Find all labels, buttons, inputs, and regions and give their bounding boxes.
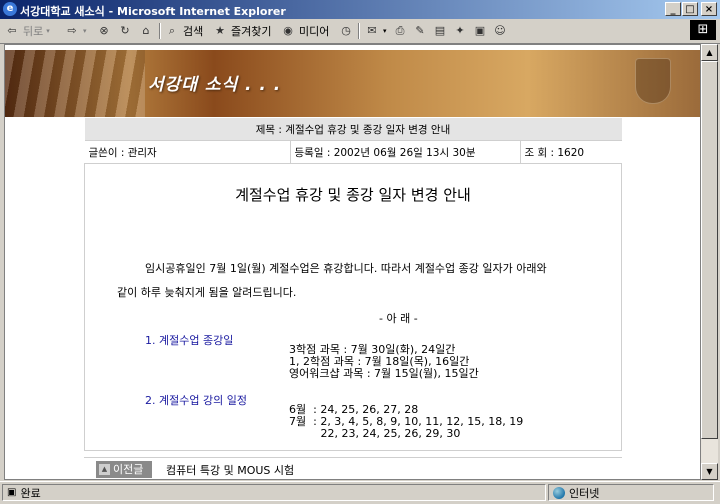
article-views: 조 회 : 1620 (520, 140, 622, 164)
section-heading: 2. 계절수업 강의 일정 (145, 394, 247, 407)
article-paragraph: 임시공휴일인 7월 1일(월) 계절수업은 휴강합니다. 따라서 계절수업 종강… (145, 262, 547, 275)
article-title: 계절수업 휴강 및 종강 일자 변경 안내 (235, 186, 471, 204)
forward-arrow-icon: ⇨ (67, 24, 77, 37)
print-button[interactable]: ⎙ (392, 22, 408, 40)
messenger-icon: ▣ (474, 24, 486, 37)
search-icon: ⌕ (168, 24, 176, 37)
up-arrow-icon: ▲ (99, 464, 110, 475)
page-done-icon: ▣ (7, 487, 17, 498)
print-icon: ⎙ (395, 24, 405, 37)
windows-logo: ⊞ (690, 20, 716, 40)
media-label: 미디어 (299, 25, 330, 38)
site-banner: 서강대 소식 . . . (5, 50, 700, 117)
globe-icon (553, 486, 565, 499)
article-subject: 제목 : 계절수업 휴강 및 종강 일자 변경 안내 (84, 118, 622, 141)
article-author: 글쓴이 : 관리자 (84, 140, 291, 164)
list-item: 영어워크샵 과목 : 7월 15일(월), 15일간 (289, 367, 479, 380)
search-button[interactable]: ⌕ 검색 (164, 22, 203, 40)
university-crest-icon (635, 58, 671, 104)
title-bar: e 서강대학교 새소식 - Microsoft Internet Explore… (0, 0, 720, 19)
minimize-button[interactable]: _ (665, 2, 681, 16)
stop-button[interactable]: ⊗ (96, 22, 112, 40)
article-paragraph: 같이 하루 늦춰지게 됨을 알려드립니다. (117, 286, 297, 299)
vertical-scrollbar[interactable]: ▲ ▼ (701, 44, 718, 480)
home-icon: ⌂ (142, 24, 150, 37)
back-label: 뒤로 (23, 25, 44, 38)
history-button[interactable]: ◷ (338, 22, 354, 40)
prev-post-label: 이전글 (113, 463, 144, 476)
toolbar-separator (358, 23, 360, 39)
banner-brand: 서강대 소식 . . . (148, 75, 282, 95)
favorites-button[interactable]: ★ 즐겨찾기 (212, 22, 271, 40)
notice-heading: - 아 래 - (379, 312, 418, 325)
home-button[interactable]: ⌂ (138, 22, 154, 40)
article-body: 계절수업 휴강 및 종강 일자 변경 안내 임시공휴일인 7월 1일(월) 계절… (84, 163, 622, 451)
mail-button[interactable]: ✉ ▾ (364, 22, 387, 40)
discuss-icon: ▤ (434, 24, 446, 37)
mail-icon: ✉ (367, 24, 377, 37)
toolbar: ⇦ 뒤로 ▾ ⇨ ▾ ⊗ ↻ ⌂ ⌕ 검색 ★ 즐겨찾기 ◉ 미디어 ◷ ✉ ▾… (0, 19, 720, 44)
edit-button[interactable]: ✎ (412, 22, 428, 40)
scroll-thumb[interactable] (701, 61, 718, 439)
favorites-label: 즐겨찾기 (231, 25, 272, 38)
contacts-button[interactable]: ☺ (492, 22, 508, 40)
section-list: 3학점 과목 : 7월 30일(화), 24일간 1, 2학점 과목 : 7월 1… (289, 344, 479, 380)
toolbar-separator (159, 23, 161, 39)
prev-post-button[interactable]: ▲ 이전글 (96, 461, 152, 478)
forward-dropdown-icon: ▾ (83, 27, 87, 35)
list-item: 22, 23, 24, 25, 26, 29, 30 (289, 427, 461, 440)
forward-button[interactable]: ⇨ ▾ (64, 22, 87, 40)
section-heading: 1. 계절수업 종강일 (145, 334, 234, 347)
research-icon: ✦ (455, 24, 465, 37)
security-zone: 인터넷 (548, 484, 714, 501)
edit-icon: ✎ (415, 24, 425, 37)
ie-icon: e (3, 2, 17, 16)
history-icon: ◷ (341, 24, 351, 37)
maximize-button[interactable]: □ (682, 2, 698, 16)
back-button[interactable]: ⇦ 뒤로 ▾ (4, 22, 50, 40)
status-bar: ▣ 완료 인터넷 (0, 481, 720, 504)
scroll-down-button[interactable]: ▼ (701, 463, 718, 480)
search-label: 검색 (183, 25, 204, 38)
banner-newspaper-image (5, 50, 145, 117)
refresh-icon: ↻ (120, 24, 130, 37)
stop-icon: ⊗ (99, 24, 109, 37)
article-date: 등록일 : 2002년 06월 26일 13시 30분 (290, 140, 521, 164)
page-viewport: 서강대 소식 . . . 제목 : 계절수업 휴강 및 종강 일자 변경 안내 … (4, 44, 701, 480)
refresh-button[interactable]: ↻ (117, 22, 133, 40)
back-arrow-icon: ⇦ (7, 24, 17, 37)
status-text: ▣ 완료 (2, 484, 546, 501)
favorites-icon: ★ (215, 24, 225, 37)
mail-dropdown-icon: ▾ (383, 27, 387, 35)
zone-label: 인터넷 (569, 486, 600, 500)
article-table: 제목 : 계절수업 휴강 및 종강 일자 변경 안내 글쓴이 : 관리자 등록일… (84, 118, 622, 451)
media-button[interactable]: ◉ 미디어 (280, 22, 329, 40)
prev-post-link[interactable]: 컴퓨터 특강 및 MOUS 시험 (166, 462, 294, 478)
close-button[interactable]: × (701, 2, 717, 16)
back-dropdown-icon: ▾ (46, 27, 50, 35)
scroll-up-button[interactable]: ▲ (701, 44, 718, 61)
research-button[interactable]: ✦ (452, 22, 468, 40)
prev-post-bar: ▲ 이전글 컴퓨터 특강 및 MOUS 시험 (84, 457, 622, 479)
discuss-button[interactable]: ▤ (432, 22, 448, 40)
section-list: 6월 : 24, 25, 26, 27, 28 7월 : 2, 3, 4, 5, … (289, 404, 523, 440)
media-icon: ◉ (283, 24, 293, 37)
window-controls: _ □ × (665, 2, 717, 16)
messenger-button[interactable]: ▣ (472, 22, 488, 40)
status-label: 완료 (20, 486, 41, 500)
window-title: 서강대학교 새소식 - Microsoft Internet Explorer (20, 5, 286, 18)
contacts-icon: ☺ (494, 24, 506, 37)
